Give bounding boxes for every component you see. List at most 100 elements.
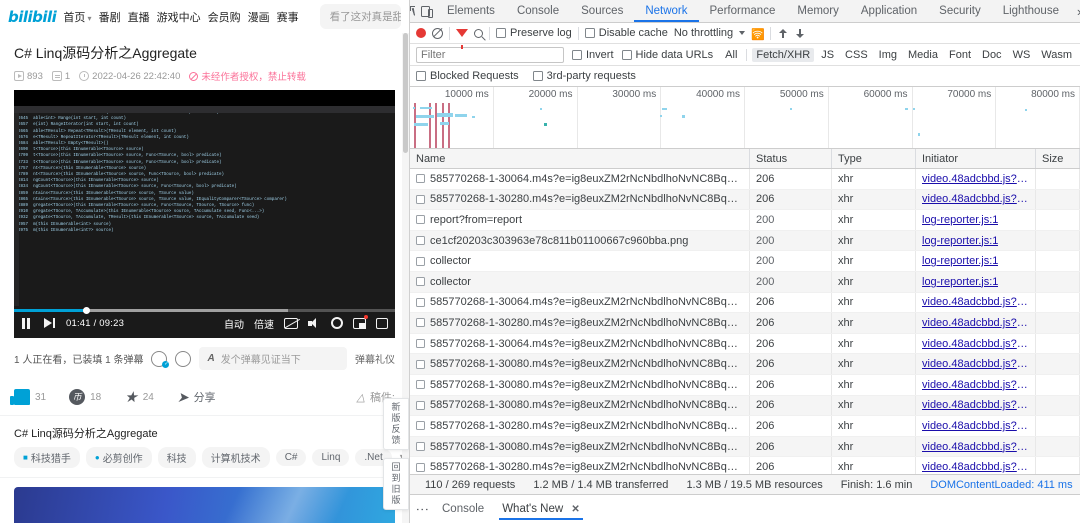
table-row[interactable]: 585770268-1-30080.m4s?e=ig8euxZM2rNcNbdl…: [410, 395, 1080, 417]
type-filter-media[interactable]: Media: [904, 48, 942, 62]
danmaku-filter-icon[interactable]: ✓: [151, 350, 170, 368]
cell-initiator[interactable]: video.48adcbbd.js?v=2021...: [916, 395, 1036, 416]
import-har-icon[interactable]: [777, 28, 788, 39]
scrollbar-thumb[interactable]: [403, 33, 408, 153]
quality-auto-button[interactable]: 自动: [224, 316, 244, 331]
initiator-link[interactable]: log-reporter.js:1: [922, 255, 998, 267]
video-player[interactable]: 2601 = ElementAtOrDefault<TSource>(this …: [14, 90, 395, 338]
tag-item[interactable]: ■ 科技猎手: [14, 447, 80, 468]
blocked-requests-checkbox[interactable]: Blocked Requests: [416, 70, 519, 82]
initiator-link[interactable]: log-reporter.js:1: [922, 276, 998, 288]
cell-initiator[interactable]: log-reporter.js:1: [916, 230, 1036, 251]
tag-item[interactable]: 计算机技术: [201, 447, 270, 468]
tab-sources[interactable]: Sources: [570, 0, 634, 22]
initiator-link[interactable]: video.48adcbbd.js?v=2021...: [922, 461, 1029, 473]
row-checkbox[interactable]: [416, 442, 425, 452]
cell-name[interactable]: report?from=report: [410, 210, 750, 230]
row-checkbox[interactable]: [416, 400, 425, 410]
nav-item-bangumi[interactable]: 番剧: [99, 9, 121, 25]
coin-button[interactable]: 币 18: [69, 389, 101, 405]
cell-name[interactable]: 585770268-1-30064.m4s?e=ig8euxZM2rNcNbdl…: [410, 292, 750, 313]
search-icon[interactable]: [474, 28, 483, 38]
throttling-select[interactable]: No throttling: [674, 27, 733, 39]
row-checkbox[interactable]: [416, 277, 425, 287]
invert-checkbox[interactable]: Invert: [572, 49, 614, 61]
cell-initiator[interactable]: video.48adcbbd.js?v=2021...: [916, 354, 1036, 374]
row-checkbox[interactable]: [416, 194, 425, 204]
export-har-icon[interactable]: [794, 28, 805, 39]
column-header-size[interactable]: Size: [1036, 149, 1080, 168]
table-row[interactable]: 585770268-1-30280.m4s?e=ig8euxZM2rNcNbdl…: [410, 416, 1080, 437]
cell-initiator[interactable]: video.48adcbbd.js?v=2021...: [916, 313, 1036, 333]
drawer-tab-whats-new[interactable]: What's New ✕: [499, 498, 583, 520]
row-checkbox[interactable]: [416, 297, 425, 307]
network-overview-timeline[interactable]: 10000 ms 20000 ms 30000 ms 40000 ms 5000…: [410, 87, 1080, 149]
share-button[interactable]: ➤ 分享: [177, 389, 216, 405]
promo-banner[interactable]: [14, 487, 395, 523]
type-filter-font[interactable]: Font: [945, 48, 975, 62]
more-tabs-icon[interactable]: »: [1070, 0, 1080, 22]
cell-name[interactable]: 585770268-1-30080.m4s?e=ig8euxZM2rNcNbdl…: [410, 395, 750, 416]
tag-item[interactable]: C#: [275, 449, 307, 466]
cell-initiator[interactable]: video.48adcbbd.js?v=2021...: [916, 436, 1036, 457]
cell-name[interactable]: collector: [410, 271, 750, 292]
filter-funnel-icon[interactable]: [456, 29, 468, 49]
tab-network[interactable]: Network: [634, 0, 698, 22]
table-row[interactable]: collector 200 xhr log-reporter.js:1: [410, 251, 1080, 272]
nav-item-live[interactable]: 直播: [128, 9, 150, 25]
clear-icon[interactable]: [432, 27, 443, 39]
hide-data-urls-checkbox[interactable]: Hide data URLs: [621, 49, 713, 61]
back-to-old-version-button[interactable]: 回到旧版: [383, 458, 409, 510]
table-row[interactable]: 585770268-1-30280.m4s?e=ig8euxZM2rNcNbdl…: [410, 313, 1080, 334]
tag-item[interactable]: Linq: [312, 449, 350, 466]
row-checkbox[interactable]: [416, 339, 425, 349]
drawer-tab-console[interactable]: Console: [439, 498, 487, 520]
tag-item[interactable]: ● 必剪创作: [85, 447, 152, 468]
initiator-link[interactable]: log-reporter.js:1: [922, 214, 998, 226]
inspect-element-button[interactable]: [410, 0, 421, 22]
cell-initiator[interactable]: video.48adcbbd.js?v=2021...: [916, 374, 1036, 395]
initiator-link[interactable]: video.48adcbbd.js?v=2021...: [922, 338, 1029, 350]
row-checkbox[interactable]: [416, 256, 425, 266]
row-checkbox[interactable]: [416, 236, 425, 246]
settings-gear-icon[interactable]: [330, 317, 343, 330]
new-version-feedback-button[interactable]: 新版反馈: [383, 398, 409, 450]
nav-item-match[interactable]: 赛事: [277, 9, 299, 25]
initiator-link[interactable]: video.48adcbbd.js?v=2021...: [922, 399, 1029, 411]
initiator-link[interactable]: video.48adcbbd.js?v=2021...: [922, 296, 1029, 308]
tag-item[interactable]: 科技: [157, 447, 196, 468]
row-checkbox[interactable]: [416, 462, 425, 472]
type-filter-wasm[interactable]: Wasm: [1037, 48, 1076, 62]
cell-initiator[interactable]: video.48adcbbd.js?v=2021...: [916, 292, 1036, 313]
table-row[interactable]: 585770268-1-30280.m4s?e=ig8euxZM2rNcNbdl…: [410, 189, 1080, 211]
table-row[interactable]: collector 200 xhr log-reporter.js:1: [410, 271, 1080, 293]
row-checkbox[interactable]: [416, 380, 425, 390]
record-button[interactable]: [416, 28, 426, 38]
cell-initiator[interactable]: video.48adcbbd.js?v=2021...: [916, 457, 1036, 474]
cell-initiator[interactable]: video.48adcbbd.js?v=2021...: [916, 333, 1036, 354]
danmaku-etiquette-link[interactable]: 弹幕礼仪: [355, 351, 395, 366]
next-icon[interactable]: [43, 317, 56, 330]
initiator-link[interactable]: video.48adcbbd.js?v=2021...: [922, 441, 1029, 453]
more-options-icon[interactable]: ⋮: [415, 503, 430, 516]
tab-lighthouse[interactable]: Lighthouse: [992, 0, 1070, 22]
cell-name[interactable]: 585770268-1-30080.m4s?e=ig8euxZM2rNcNbdl…: [410, 436, 750, 457]
tab-application[interactable]: Application: [850, 0, 928, 22]
row-checkbox[interactable]: [416, 421, 425, 431]
cell-initiator[interactable]: video.48adcbbd.js?v=2021...: [916, 416, 1036, 436]
tab-security[interactable]: Security: [928, 0, 992, 22]
table-row[interactable]: ce1cf20203c303963e78c811b01100667c960bba…: [410, 230, 1080, 252]
type-filter-ws[interactable]: WS: [1009, 48, 1035, 62]
device-toolbar-button[interactable]: [421, 0, 433, 22]
chevron-down-icon[interactable]: [739, 31, 746, 35]
column-header-name[interactable]: Name: [410, 149, 750, 168]
nav-item-home[interactable]: 首页: [63, 9, 91, 25]
row-checkbox[interactable]: [416, 215, 425, 225]
type-filter-all[interactable]: All: [721, 48, 741, 62]
column-header-initiator[interactable]: Initiator: [916, 149, 1036, 168]
type-filter-js[interactable]: JS: [817, 48, 838, 62]
type-filter-doc[interactable]: Doc: [978, 48, 1006, 62]
initiator-link[interactable]: video.48adcbbd.js?v=2021...: [922, 317, 1029, 329]
initiator-link[interactable]: video.48adcbbd.js?v=2021...: [922, 193, 1029, 205]
filter-input[interactable]: [416, 46, 564, 63]
